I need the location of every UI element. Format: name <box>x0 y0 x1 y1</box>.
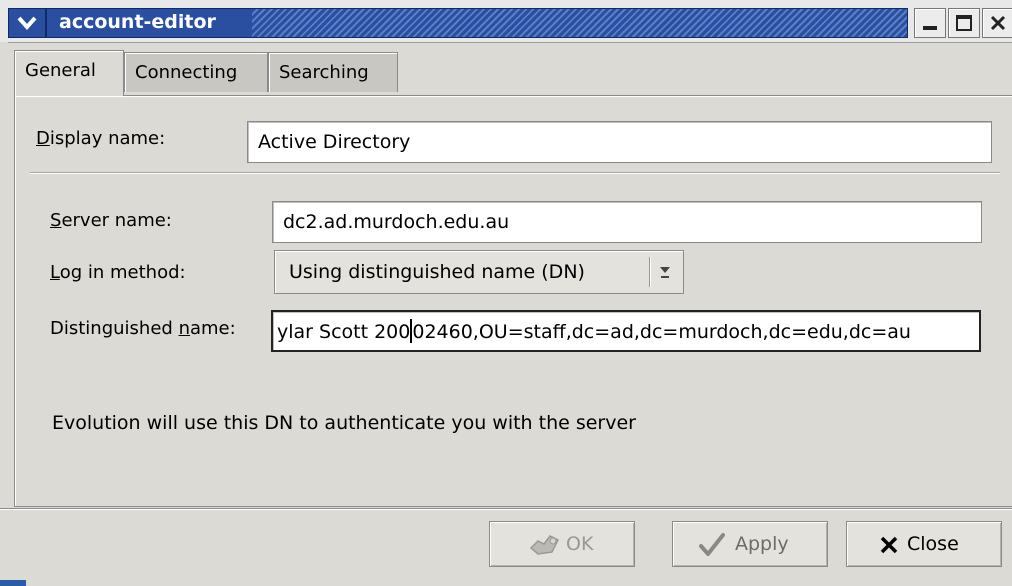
close-window-button[interactable] <box>982 8 1012 38</box>
help-text: Evolution will use this DN to authentica… <box>52 412 636 434</box>
ok-icon <box>529 535 560 555</box>
footer-divider <box>0 508 1012 510</box>
maximize-icon <box>956 15 972 31</box>
tab-general[interactable]: General <box>14 50 124 96</box>
close-button[interactable]: Close <box>846 521 1002 567</box>
checkmark-icon <box>699 533 725 556</box>
account-editor-window: account-editor General Connecting Search… <box>0 0 1012 586</box>
apply-button[interactable]: Apply <box>672 521 828 567</box>
title-bar: account-editor <box>0 0 1012 43</box>
server-name-field[interactable]: dc2.ad.murdoch.edu.au <box>272 201 982 243</box>
separator <box>30 172 1000 174</box>
dropdown-arrow-icon <box>660 267 670 278</box>
distinguished-name-field[interactable]: ylar Scott 200 02460,OU=staff,dc=ad,dc=mu… <box>271 310 981 352</box>
chevron-down-icon <box>17 16 37 31</box>
minimize-icon <box>923 26 937 30</box>
server-name-label: Server name: <box>50 210 172 231</box>
title-area: account-editor <box>46 8 908 38</box>
display-name-field[interactable]: Active Directory <box>247 121 992 163</box>
window-menu-button[interactable] <box>8 8 46 38</box>
login-method-value: Using distinguished name (DN) <box>289 261 585 283</box>
tab-searching[interactable]: Searching <box>268 52 398 92</box>
distinguished-name-label: Distinguished name: <box>50 318 236 339</box>
close-icon <box>990 15 1006 31</box>
minimize-button[interactable] <box>914 8 946 38</box>
tab-connecting[interactable]: Connecting <box>124 52 268 92</box>
display-name-label: Display name: <box>36 128 166 149</box>
login-method-dropdown[interactable]: Using distinguished name (DN) <box>274 250 684 294</box>
maximize-button[interactable] <box>948 8 980 38</box>
window-title: account-editor <box>59 11 216 33</box>
ok-button[interactable]: OK <box>489 521 635 567</box>
x-icon <box>880 536 898 554</box>
login-method-label: Log in method: <box>50 262 186 283</box>
